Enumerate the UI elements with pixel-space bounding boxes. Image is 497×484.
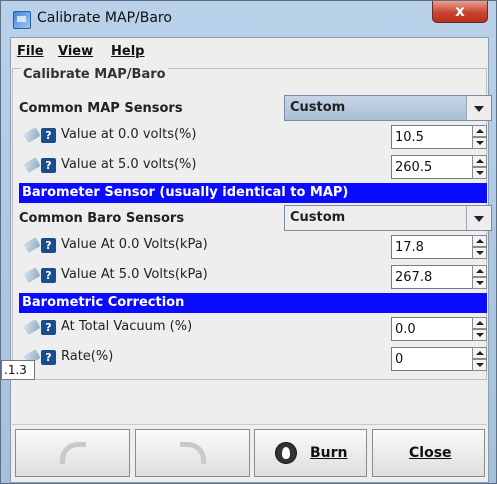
help-icon[interactable]: ? — [41, 238, 56, 253]
spinner-buttons — [472, 317, 487, 341]
help-icon[interactable]: ? — [41, 350, 56, 365]
pencil-icon[interactable] — [23, 127, 41, 143]
map-sensors-selected: Custom — [290, 100, 346, 115]
window-title: Calibrate MAP/Baro — [37, 10, 172, 26]
client-area: File View Help Calibrate MAP/Baro Common… — [10, 37, 492, 483]
menu-help[interactable]: Help — [111, 44, 144, 59]
rate-input[interactable]: 0 — [391, 347, 473, 371]
correction-field-row-0: ? At Total Vacuum (%) 0.0 — [19, 317, 487, 343]
correction-section-header: Barometric Correction — [19, 293, 487, 313]
pencil-icon[interactable] — [23, 319, 41, 335]
spin-down-button[interactable] — [472, 359, 487, 371]
pencil-icon[interactable] — [23, 237, 41, 253]
map-field-row-1: ? Value at 5.0 volts(%) 260.5 — [19, 155, 487, 181]
help-icon[interactable]: ? — [41, 158, 56, 173]
spinner-buttons — [472, 125, 487, 149]
field-value: 17.8 — [395, 240, 424, 255]
spinner-buttons — [472, 265, 487, 289]
burn-button[interactable]: Burn — [254, 429, 367, 477]
pencil-icon[interactable] — [23, 267, 41, 283]
chevron-down-icon[interactable] — [466, 206, 491, 230]
field-label: At Total Vacuum (%) — [61, 319, 193, 334]
title-bar[interactable]: Calibrate MAP/Baro x — [1, 1, 496, 35]
baro-value-5v-input[interactable]: 267.8 — [391, 265, 473, 289]
spin-up-button[interactable] — [472, 347, 487, 359]
app-icon — [13, 11, 31, 29]
spin-down-button[interactable] — [472, 167, 487, 179]
baro-sensors-select[interactable]: Custom — [284, 205, 492, 231]
field-label: Rate(%) — [61, 349, 114, 364]
spin-down-button[interactable] — [472, 329, 487, 341]
button-bar: Burn Close — [11, 429, 488, 481]
menu-view[interactable]: View — [58, 44, 93, 59]
map-value-5v-input[interactable]: 260.5 — [391, 155, 473, 179]
help-icon[interactable]: ? — [41, 128, 56, 143]
baro-field-row-1: ? Value At 5.0 Volts(kPa) 267.8 — [19, 265, 487, 291]
burn-label: Burn — [310, 445, 348, 461]
baro-field-row-0: ? Value At 0.0 Volts(kPa) 17.8 — [19, 235, 487, 261]
field-value: 260.5 — [395, 160, 433, 175]
calibrate-window: Calibrate MAP/Baro x File View Help Cali… — [0, 0, 497, 484]
calibrate-panel: Calibrate MAP/Baro Common MAP Sensors Cu… — [12, 67, 492, 380]
field-label: Value At 0.0 Volts(kPa) — [61, 237, 208, 252]
total-vacuum-input[interactable]: 0.0 — [391, 317, 473, 341]
redo-icon — [180, 442, 206, 464]
spinner-buttons — [472, 155, 487, 179]
map-sensors-select[interactable]: Custom — [284, 95, 492, 121]
spin-up-button[interactable] — [472, 317, 487, 329]
panel-title: Calibrate MAP/Baro — [21, 67, 168, 82]
spin-up-button[interactable] — [472, 265, 487, 277]
chevron-down-icon[interactable] — [466, 96, 491, 120]
redo-button[interactable] — [135, 429, 250, 477]
baro-sensors-label: Common Baro Sensors — [19, 211, 185, 226]
close-label: Close — [409, 445, 452, 461]
correction-field-row-1: ? Rate(%) 0 — [19, 347, 487, 373]
help-icon[interactable]: ? — [41, 268, 56, 283]
burn-icon — [275, 442, 297, 464]
pencil-icon[interactable] — [23, 157, 41, 173]
map-value-0v-input[interactable]: 10.5 — [391, 125, 473, 149]
spinner-buttons — [472, 347, 487, 371]
field-label: Value at 5.0 volts(%) — [61, 157, 197, 172]
map-field-row-0: ? Value at 0.0 volts(%) 10.5 — [19, 125, 487, 151]
window-close-button[interactable]: x — [432, 1, 488, 23]
baro-value-0v-input[interactable]: 17.8 — [391, 235, 473, 259]
baro-sensors-row: Common Baro Sensors Custom — [19, 205, 492, 233]
tooltip: .1.3 — [1, 360, 35, 380]
menu-file[interactable]: File — [17, 44, 44, 59]
undo-icon — [60, 442, 86, 464]
spin-down-button[interactable] — [472, 247, 487, 259]
map-sensors-row: Common MAP Sensors Custom — [19, 95, 492, 123]
separator — [12, 424, 487, 425]
menu-bar: File View Help — [11, 38, 488, 64]
spin-up-button[interactable] — [472, 125, 487, 137]
close-button[interactable]: Close — [372, 429, 485, 477]
spin-down-button[interactable] — [472, 277, 487, 289]
undo-button[interactable] — [15, 429, 130, 477]
field-value: 0.0 — [395, 322, 416, 337]
field-value: 10.5 — [395, 130, 424, 145]
field-label: Value at 0.0 volts(%) — [61, 127, 197, 142]
spin-down-button[interactable] — [472, 137, 487, 149]
baro-sensors-selected: Custom — [290, 210, 346, 225]
help-icon[interactable]: ? — [41, 320, 56, 335]
field-value: 0 — [395, 352, 404, 367]
field-value: 267.8 — [395, 270, 433, 285]
spin-up-button[interactable] — [472, 155, 487, 167]
map-sensors-label: Common MAP Sensors — [19, 101, 183, 116]
field-label: Value At 5.0 Volts(kPa) — [61, 267, 208, 282]
baro-section-header: Barometer Sensor (usually identical to M… — [19, 183, 487, 203]
spinner-buttons — [472, 235, 487, 259]
spin-up-button[interactable] — [472, 235, 487, 247]
